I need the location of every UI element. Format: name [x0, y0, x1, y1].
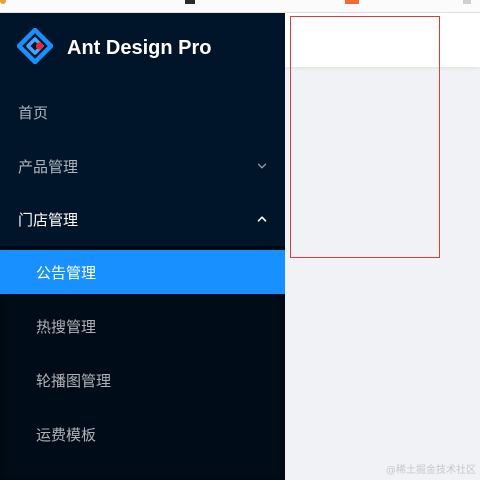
browser-tab-favicon[interactable]	[185, 0, 195, 4]
sidebar-item-hot-search-management[interactable]: 热搜管理	[0, 304, 285, 348]
logo-area[interactable]: Ant Design Pro	[0, 13, 285, 85]
main-content	[285, 13, 480, 480]
sidebar-item-store-management[interactable]: 门店管理	[0, 197, 285, 241]
sidebar-item-shipping-template[interactable]: 运费模板	[0, 412, 285, 456]
sidebar-item-label: 热搜管理	[36, 317, 97, 336]
sidebar-item-announcement-management[interactable]: 公告管理	[0, 250, 285, 294]
ant-design-diamond-icon	[17, 28, 53, 64]
chevron-down-icon	[257, 163, 267, 169]
sidebar-item-product-management[interactable]: 产品管理	[0, 144, 285, 188]
browser-tab-favicon[interactable]	[0, 0, 6, 4]
app-title: Ant Design Pro	[67, 37, 212, 59]
sidebar-item-home[interactable]: 首页	[0, 90, 285, 134]
sidebar: Ant Design Pro 首页 产品管理 门店管理 公告管理 热搜管理 轮播…	[0, 13, 285, 480]
sidebar-item-carousel-management[interactable]: 轮播图管理	[0, 358, 285, 402]
browser-tab-favicon[interactable]	[463, 0, 471, 4]
watermark: @稀土掘金技术社区	[386, 465, 476, 476]
sidebar-item-label: 公告管理	[36, 263, 97, 282]
sidebar-item-label: 运费模板	[36, 425, 97, 444]
browser-tab-favicon[interactable]	[345, 0, 359, 4]
browser-toolbar-strip	[0, 0, 480, 13]
sidebar-item-label: 首页	[18, 103, 49, 122]
highlight-outline	[290, 16, 440, 258]
sidebar-item-label: 门店管理	[18, 210, 79, 229]
chevron-up-icon	[257, 216, 267, 222]
sidebar-item-label: 轮播图管理	[36, 371, 112, 390]
sidebar-item-label: 产品管理	[18, 157, 79, 176]
